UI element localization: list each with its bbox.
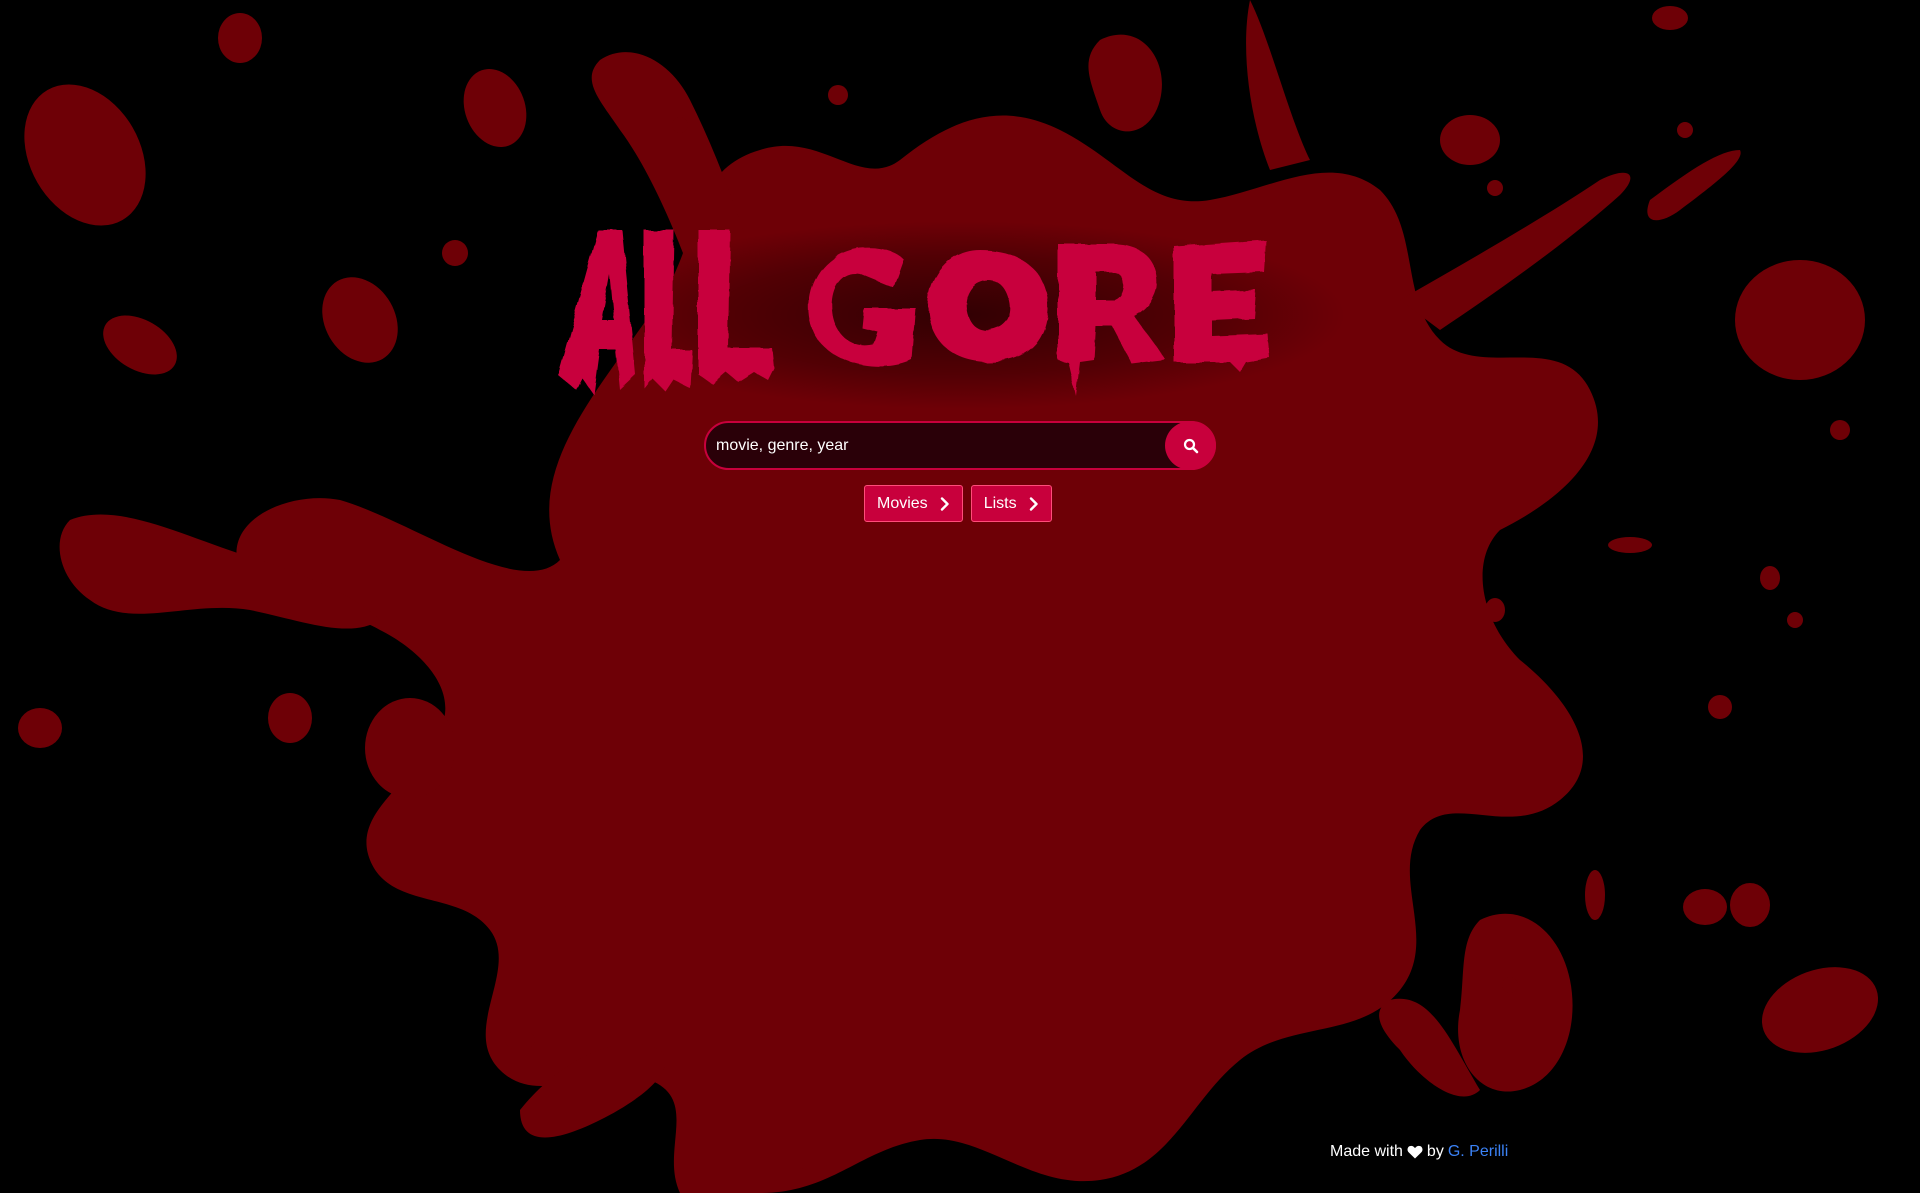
footer-made-with: Made with <box>1330 1143 1403 1160</box>
search-input[interactable] <box>706 422 1165 469</box>
footer-by: by <box>1426 1143 1444 1160</box>
movies-button[interactable]: Movies <box>864 485 963 522</box>
chevron-right-icon <box>1029 496 1038 511</box>
footer: Made with by G. Perilli <box>1330 1143 1508 1161</box>
chevron-right-icon <box>940 496 949 511</box>
logo-graphic <box>558 230 1270 396</box>
blood-splatter-background <box>18 0 1879 1193</box>
search-icon <box>1183 438 1198 453</box>
main-nav: Movies Lists <box>864 485 1052 522</box>
search-bar <box>704 421 1216 470</box>
lists-button-label: Lists <box>983 494 1017 512</box>
lists-button[interactable]: Lists <box>970 485 1052 522</box>
search-button[interactable] <box>1165 421 1216 470</box>
author-link[interactable]: G. Perilli <box>1448 1143 1508 1161</box>
heart-icon <box>1407 1145 1423 1159</box>
logo[interactable] <box>540 200 1380 420</box>
movies-button-label: Movies <box>877 494 928 512</box>
